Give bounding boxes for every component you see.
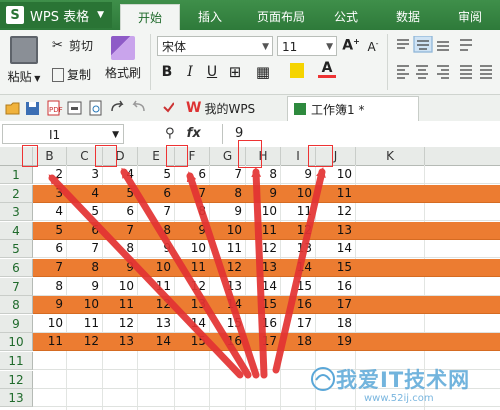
watermark-text: 我爱IT技术网 [336,368,471,392]
watermark-icon [311,367,335,391]
arrow [251,167,268,379]
annotation-arrows [48,167,326,379]
arrow [186,171,260,379]
watermark-url: www.52ij.com [364,393,434,404]
watermark-logo: 我爱IT技术网 www.52ij.com [310,362,500,410]
arrow [272,167,326,374]
